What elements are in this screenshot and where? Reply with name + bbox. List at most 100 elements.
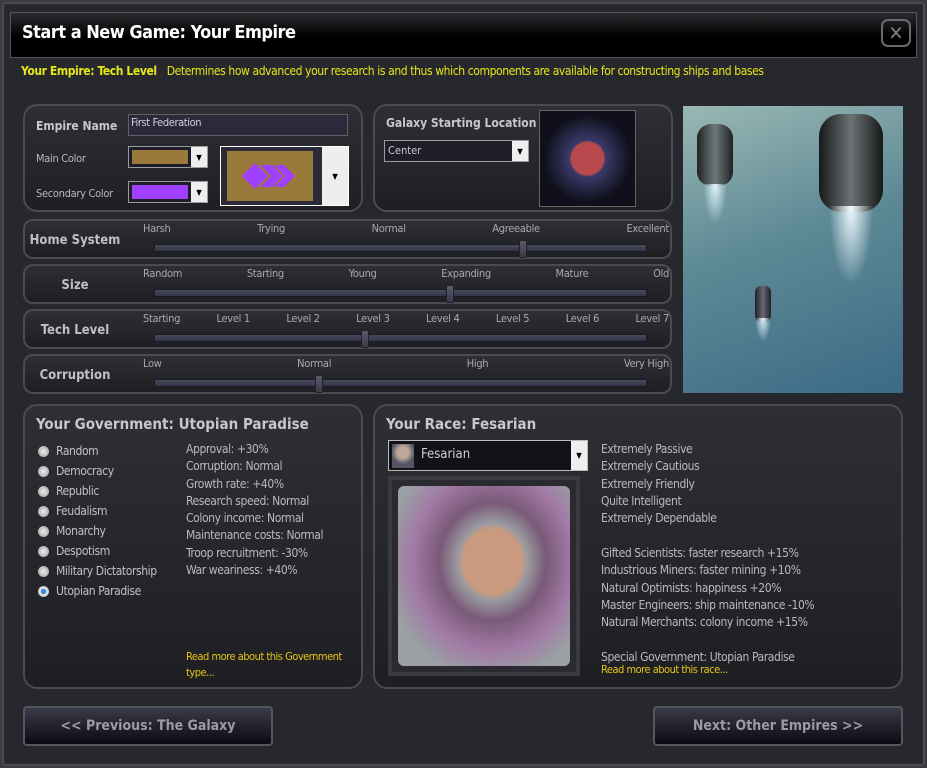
slider-track[interactable]: [154, 285, 647, 303]
radio-icon[interactable]: [38, 505, 49, 517]
slider-tick-label[interactable]: Excellent: [626, 222, 669, 235]
slider-tick-label[interactable]: Harsh: [143, 222, 171, 235]
secondary-color-select[interactable]: ▼: [128, 181, 208, 203]
government-radio[interactable]: Random: [38, 441, 157, 461]
slider-tick-label[interactable]: Agreeable: [492, 222, 540, 235]
slider-tick-label[interactable]: Normal: [372, 222, 406, 235]
slider-track[interactable]: [154, 240, 647, 258]
radio-icon[interactable]: [38, 585, 49, 597]
slider-tick-label[interactable]: Level 1: [216, 312, 250, 325]
empire-artwork: [683, 106, 903, 393]
slider-tick-label[interactable]: Expanding: [441, 267, 491, 280]
slider-tick-label[interactable]: Level 3: [356, 312, 390, 325]
race-panel: Your Race: Fesarian Fesarian ▼ Extremely…: [373, 404, 903, 689]
radio-icon[interactable]: [38, 485, 49, 497]
government-title: Your Government: Utopian Paradise: [36, 415, 309, 433]
government-options: Random Democracy Republic Feudalism Monarchy…: [38, 441, 157, 601]
slider-tick-label[interactable]: Starting: [247, 267, 284, 280]
slider-tick-label[interactable]: Very High: [624, 357, 669, 370]
government-read-more-link[interactable]: Read more about this Government type...: [186, 649, 356, 681]
race-select[interactable]: Fesarian ▼: [388, 440, 588, 471]
slider-tick-labels: Harsh Trying Normal Agreeable Excellent: [143, 222, 669, 235]
galaxy-location-label: Galaxy Starting Location: [386, 116, 537, 130]
slider-tick-label[interactable]: Old: [653, 267, 669, 280]
previous-button[interactable]: << Previous: The Galaxy: [23, 706, 273, 746]
slider-label: Corruption: [39, 368, 111, 383]
main-color-label: Main Color: [36, 152, 86, 165]
slider-tick-label[interactable]: Level 2: [286, 312, 320, 325]
slider-tick-label[interactable]: Level 4: [426, 312, 460, 325]
government-stat: Research speed: Normal: [186, 493, 309, 508]
chevron-down-icon: ▼: [322, 147, 348, 205]
radio-icon[interactable]: [38, 565, 49, 577]
government-stat: Approval: +30%: [186, 442, 269, 456]
slider-tick-label[interactable]: Mature: [556, 267, 589, 280]
empire-name-input[interactable]: First Federation: [128, 114, 348, 136]
race-bonus: Natural Optimists: happiness +20%: [601, 580, 782, 595]
race-trait: Quite Intelligent: [601, 493, 682, 508]
hint-text: Determines how advanced your research is…: [166, 64, 764, 78]
slider-tick-label[interactable]: Young: [349, 267, 377, 280]
race-read-more-link[interactable]: Read more about this race...: [601, 663, 728, 676]
secondary-color-label: Secondary Color: [36, 187, 113, 200]
government-option-label: Random: [56, 444, 99, 458]
government-stat: Corruption: Normal: [186, 459, 283, 474]
slider-tick-label[interactable]: Starting: [143, 312, 180, 325]
government-radio[interactable]: Democracy: [38, 461, 157, 481]
race-avatar-icon: [392, 444, 414, 468]
slider-tick-label[interactable]: Level 5: [496, 312, 530, 325]
government-stat: War weariness: +40%: [186, 563, 298, 578]
race-bonus: Natural Merchants: colony income +15%: [601, 615, 808, 630]
government-radio[interactable]: Republic: [38, 481, 157, 501]
race-select-value: Fesarian: [421, 447, 471, 462]
flag-select[interactable]: ▼: [220, 146, 349, 206]
government-option-label: Despotism: [56, 544, 110, 558]
government-option-label: Utopian Paradise: [56, 584, 141, 598]
government-radio[interactable]: Feudalism: [38, 501, 157, 521]
race-bonus: Gifted Scientists: faster research +15%: [601, 546, 799, 560]
main-color-select[interactable]: ▼: [128, 146, 208, 168]
close-button[interactable]: ✕: [881, 19, 911, 47]
slider-tick-label[interactable]: High: [467, 357, 489, 370]
race-bonus: Master Engineers: ship maintenance -10%: [601, 597, 815, 612]
slider-tick-label[interactable]: Level 6: [566, 312, 600, 325]
slider-thumb[interactable]: [519, 240, 528, 258]
next-button[interactable]: Next: Other Empires >>: [653, 706, 903, 746]
slider-tick-label[interactable]: Low: [143, 357, 162, 370]
galaxy-location-select[interactable]: Center ▼: [384, 140, 529, 162]
slider-row-tech-level: Tech Level Starting Level 1 Level 2 Level 3 L…: [23, 309, 672, 349]
slider-tick-label[interactable]: Normal: [297, 357, 331, 370]
chevron-down-icon: ▼: [512, 141, 528, 161]
radio-icon[interactable]: [38, 445, 49, 457]
government-option-label: Military Dictatorship: [56, 564, 157, 578]
slider-track[interactable]: [154, 330, 647, 348]
government-option-label: Monarchy: [56, 524, 106, 538]
government-radio[interactable]: Utopian Paradise: [38, 581, 157, 601]
slider-row-home-system: Home System Harsh Trying Normal Agreeable Exc…: [23, 219, 672, 259]
slider-tick-label[interactable]: Trying: [257, 222, 285, 235]
government-stat: Growth rate: +40%: [186, 476, 284, 491]
radio-icon[interactable]: [38, 525, 49, 537]
government-stat: Colony income: Normal: [186, 511, 304, 526]
hint-bar: Your Empire: Tech Level Determines how ad…: [21, 64, 764, 78]
race-traits: Extremely Passive Extremely Cautious Extre…: [601, 442, 717, 528]
slider-thumb[interactable]: [445, 285, 454, 303]
slider-thumb[interactable]: [361, 330, 370, 348]
slider-tick-label[interactable]: Level 7: [636, 312, 670, 325]
chevron-down-icon: ▼: [191, 147, 207, 167]
radio-icon[interactable]: [38, 465, 49, 477]
race-title: Your Race: Fesarian: [386, 415, 537, 433]
slider-tick-labels: Low Normal High Very High: [143, 357, 669, 370]
government-radio[interactable]: Monarchy: [38, 521, 157, 541]
galaxy-location-panel: Galaxy Starting Location Center ▼: [373, 104, 673, 212]
chevron-down-icon: ▼: [571, 441, 587, 470]
radio-icon[interactable]: [38, 545, 49, 557]
government-radio[interactable]: Military Dictatorship: [38, 561, 157, 581]
race-bonus: Industrious Miners: faster mining +10%: [601, 563, 801, 578]
slider-track[interactable]: [154, 375, 647, 393]
slider-tick-label[interactable]: Random: [143, 267, 182, 280]
race-trait: Extremely Cautious: [601, 459, 700, 474]
slider-thumb[interactable]: [314, 375, 323, 393]
government-radio[interactable]: Despotism: [38, 541, 157, 561]
empire-name-label: Empire Name: [36, 119, 118, 133]
